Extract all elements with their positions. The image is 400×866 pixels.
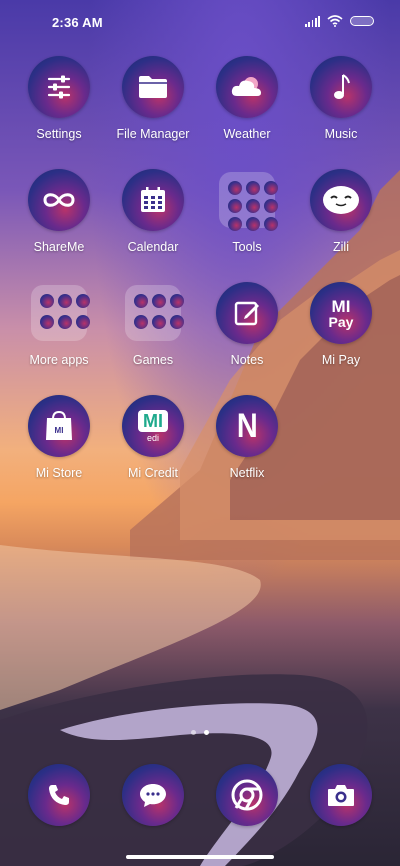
app-label: More apps (29, 353, 89, 367)
app-mini-icon (76, 315, 90, 329)
dock-camera[interactable] (294, 764, 388, 826)
app-file-manager[interactable]: File Manager (106, 56, 200, 141)
app-mini-icon (264, 181, 278, 195)
folder-icon (122, 56, 184, 118)
mi-pay-icon: MI Pay (310, 282, 372, 344)
dock-messages[interactable] (106, 764, 200, 826)
app-mini-icon (58, 315, 72, 329)
app-settings[interactable]: Settings (12, 56, 106, 141)
note-edit-icon (216, 282, 278, 344)
phone-icon (28, 764, 90, 826)
chrome-icon (216, 764, 278, 826)
message-icon (122, 764, 184, 826)
status-time: 2:36 AM (52, 15, 103, 30)
battery-icon (350, 16, 374, 26)
svg-text:MI: MI (55, 426, 64, 435)
page-indicator (0, 730, 400, 735)
calendar-icon (122, 169, 184, 231)
app-label: Zili (333, 240, 349, 254)
folder-icon (125, 285, 184, 341)
face-icon (310, 169, 372, 231)
app-shareme[interactable]: ShareMe (12, 169, 106, 254)
app-mini-icon (134, 294, 148, 308)
app-weather[interactable]: Weather (200, 56, 294, 141)
app-mi-credit[interactable]: MI edi Mi Credit (106, 395, 200, 480)
app-zili[interactable]: Zili (294, 169, 388, 254)
app-label: Music (324, 127, 358, 141)
folder-icon (31, 285, 90, 341)
app-mini-icon (264, 199, 278, 213)
app-mini-icon (152, 294, 166, 308)
sliders-icon (28, 56, 90, 118)
wifi-icon (327, 15, 343, 27)
app-label: File Manager (116, 127, 190, 141)
credit-text: edi (146, 432, 159, 443)
app-mi-store[interactable]: MI Mi Store (12, 395, 106, 480)
netflix-icon: N (216, 395, 278, 457)
app-mini-icon (134, 315, 148, 329)
mi-logo: MI (331, 296, 351, 316)
app-label: Mi Credit (127, 466, 178, 480)
app-mini-icon (170, 315, 184, 329)
music-note-icon (310, 56, 372, 118)
app-label: Tools (232, 240, 262, 254)
netflix-logo: N (236, 406, 258, 445)
status-icons (305, 15, 374, 27)
app-mini-icon (40, 315, 54, 329)
folder-icon (219, 172, 278, 231)
app-mini-icon (246, 217, 260, 231)
app-mini-icon (170, 294, 184, 308)
app-music[interactable]: Music (294, 56, 388, 141)
app-mini-icon (228, 199, 242, 213)
dock-phone[interactable] (12, 764, 106, 826)
app-mini-icon (58, 294, 72, 308)
app-netflix[interactable]: N Netflix (200, 395, 294, 480)
app-calendar[interactable]: Calendar (106, 169, 200, 254)
app-mi-pay[interactable]: MI Pay Mi Pay (294, 282, 388, 367)
app-label: Notes (230, 353, 264, 367)
folder-games[interactable]: Games (106, 282, 200, 367)
folder-more-apps[interactable]: More apps (12, 282, 106, 367)
folder-tools[interactable]: Tools (200, 169, 294, 254)
app-label: Games (132, 353, 174, 367)
app-label: Mi Store (35, 466, 83, 480)
home-indicator[interactable] (126, 855, 274, 859)
camera-icon (310, 764, 372, 826)
mi-credit-icon: MI edi (122, 395, 184, 457)
app-label: Mi Pay (321, 353, 361, 367)
app-mini-icon (40, 294, 54, 308)
status-bar: 2:36 AM (0, 0, 400, 44)
app-mini-icon (76, 294, 90, 308)
shopping-bag-icon: MI (28, 395, 90, 457)
page-dot-active[interactable] (204, 730, 209, 735)
mi-logo: MI (138, 409, 168, 432)
app-label: Settings (36, 127, 82, 141)
dock-chrome[interactable] (200, 764, 294, 826)
app-label: Netflix (229, 466, 265, 480)
app-mini-icon (152, 315, 166, 329)
app-mini-icon (264, 217, 278, 231)
cloud-icon (216, 56, 278, 118)
page-dot[interactable] (191, 730, 196, 735)
app-label: Calendar (127, 240, 179, 254)
app-notes[interactable]: Notes (200, 282, 294, 367)
app-mini-icon (228, 181, 242, 195)
app-mini-icon (246, 181, 260, 195)
pay-logo: Pay (328, 313, 354, 330)
signal-icon (305, 15, 320, 27)
app-label: ShareMe (33, 240, 85, 254)
app-label: Weather (223, 127, 271, 141)
app-mini-icon (246, 199, 260, 213)
app-mini-icon (228, 217, 242, 231)
infinity-icon (28, 169, 90, 231)
